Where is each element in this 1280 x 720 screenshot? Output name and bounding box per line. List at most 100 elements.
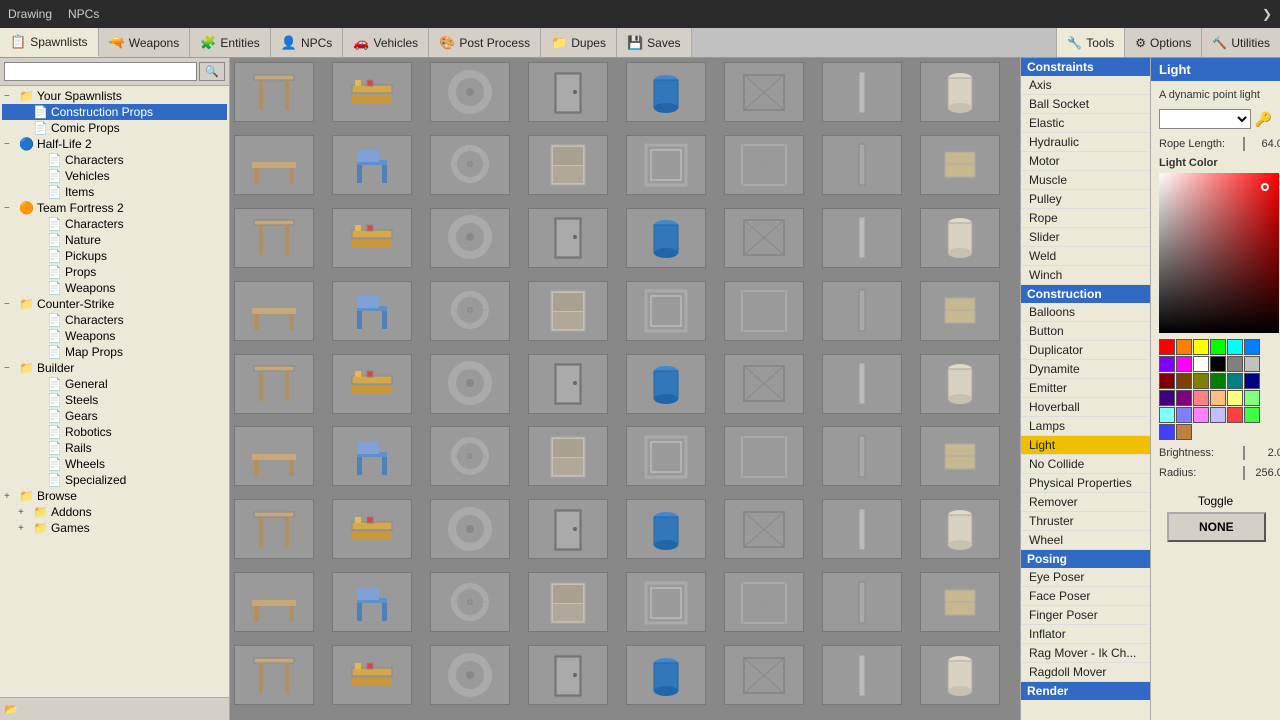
tree-item-builder-wheels[interactable]: 📄Wheels	[2, 456, 227, 472]
grid-item-62[interactable]	[822, 572, 902, 632]
palette-color-13[interactable]	[1176, 373, 1192, 389]
constraint-pulley[interactable]: Pulley	[1021, 190, 1150, 209]
search-button[interactable]: 🔍	[199, 62, 225, 81]
grid-item-70[interactable]	[822, 645, 902, 705]
light-dropdown[interactable]	[1159, 109, 1251, 129]
construction-thruster[interactable]: Thruster	[1021, 512, 1150, 531]
palette-color-0[interactable]	[1159, 339, 1175, 355]
tree-item-builder-gears[interactable]: 📄Gears	[2, 408, 227, 424]
posing-rag-mover---ik-ch---[interactable]: Rag Mover - Ik Ch...	[1021, 644, 1150, 663]
tree-item-tf2-nature[interactable]: 📄Nature	[2, 232, 227, 248]
grid-item-42[interactable]	[430, 426, 510, 486]
constraint-axis[interactable]: Axis	[1021, 76, 1150, 95]
grid-item-63[interactable]	[920, 572, 1000, 632]
grid-item-28[interactable]	[626, 281, 706, 341]
palette-color-28[interactable]	[1227, 407, 1243, 423]
tree-item-tf2-weapons[interactable]: 📄Weapons	[2, 280, 227, 296]
tree-item-browse[interactable]: +📁Browse	[2, 488, 227, 504]
palette-color-9[interactable]	[1210, 356, 1226, 372]
tree-item-builder-robotics[interactable]: 📄Robotics	[2, 424, 227, 440]
tree-item-builder[interactable]: −📁Builder	[2, 360, 227, 376]
constraint-ball-socket[interactable]: Ball Socket	[1021, 95, 1150, 114]
palette-color-30[interactable]	[1159, 424, 1175, 440]
posing-ragdoll-mover[interactable]: Ragdoll Mover	[1021, 663, 1150, 682]
grid-item-52[interactable]	[626, 499, 706, 559]
grid-item-46[interactable]	[822, 426, 902, 486]
grid-item-40[interactable]	[234, 426, 314, 486]
grid-item-69[interactable]	[724, 645, 804, 705]
tab-entities[interactable]: 🧩 Entities	[190, 28, 271, 57]
brightness-slider[interactable]	[1243, 446, 1245, 460]
tree-item-games[interactable]: +📁Games	[2, 520, 227, 536]
grid-item-59[interactable]	[528, 572, 608, 632]
grid-item-39[interactable]	[920, 354, 1000, 414]
construction-remover[interactable]: Remover	[1021, 493, 1150, 512]
grid-item-48[interactable]	[234, 499, 314, 559]
tab-options[interactable]: ⚙ Options	[1124, 28, 1201, 57]
grid-item-32[interactable]	[234, 354, 314, 414]
tree-item-tf2-characters[interactable]: 📄Characters	[2, 216, 227, 232]
grid-item-15[interactable]	[920, 135, 1000, 195]
grid-item-71[interactable]	[920, 645, 1000, 705]
tree-item-tf2-pickups[interactable]: 📄Pickups	[2, 248, 227, 264]
construction-button[interactable]: Button	[1021, 322, 1150, 341]
tab-weapons[interactable]: 🔫 Weapons	[99, 28, 191, 57]
grid-item-68[interactable]	[626, 645, 706, 705]
palette-color-24[interactable]	[1159, 407, 1175, 423]
menu-npcs[interactable]: NPCs	[68, 7, 99, 21]
grid-item-51[interactable]	[528, 499, 608, 559]
palette-color-22[interactable]	[1227, 390, 1243, 406]
grid-item-53[interactable]	[724, 499, 804, 559]
palette-color-26[interactable]	[1193, 407, 1209, 423]
palette-color-5[interactable]	[1244, 339, 1260, 355]
grid-item-3[interactable]	[528, 62, 608, 122]
palette-color-21[interactable]	[1210, 390, 1226, 406]
tree-item-cs-weapons[interactable]: 📄Weapons	[2, 328, 227, 344]
grid-item-38[interactable]	[822, 354, 902, 414]
posing-inflator[interactable]: Inflator	[1021, 625, 1150, 644]
constraint-muscle[interactable]: Muscle	[1021, 171, 1150, 190]
grid-item-35[interactable]	[528, 354, 608, 414]
constraint-rope[interactable]: Rope	[1021, 209, 1150, 228]
palette-color-6[interactable]	[1159, 356, 1175, 372]
tree-item-your-spawnlists[interactable]: −📁Your Spawnlists	[2, 88, 227, 104]
posing-face-poser[interactable]: Face Poser	[1021, 587, 1150, 606]
construction-light[interactable]: Light	[1021, 436, 1150, 455]
tree-item-builder-general[interactable]: 📄General	[2, 376, 227, 392]
color-gradient[interactable]	[1159, 173, 1279, 333]
grid-item-31[interactable]	[920, 281, 1000, 341]
grid-item-16[interactable]	[234, 208, 314, 268]
tree-item-hl2-items[interactable]: 📄Items	[2, 184, 227, 200]
tree-item-builder-specialized[interactable]: 📄Specialized	[2, 472, 227, 488]
construction-dynamite[interactable]: Dynamite	[1021, 360, 1150, 379]
constraint-elastic[interactable]: Elastic	[1021, 114, 1150, 133]
palette-color-7[interactable]	[1176, 356, 1192, 372]
palette-color-11[interactable]	[1244, 356, 1260, 372]
tree-item-cs-mapprops[interactable]: 📄Map Props	[2, 344, 227, 360]
palette-color-3[interactable]	[1210, 339, 1226, 355]
grid-item-6[interactable]	[822, 62, 902, 122]
grid-item-22[interactable]	[822, 208, 902, 268]
palette-color-25[interactable]	[1176, 407, 1192, 423]
construction-physical-properties[interactable]: Physical Properties	[1021, 474, 1150, 493]
grid-item-18[interactable]	[430, 208, 510, 268]
grid-item-0[interactable]	[234, 62, 314, 122]
grid-item-10[interactable]	[430, 135, 510, 195]
grid-item-57[interactable]	[332, 572, 412, 632]
tree-item-counter-strike[interactable]: −📁Counter-Strike	[2, 296, 227, 312]
rope-length-slider[interactable]	[1243, 137, 1245, 151]
constraint-motor[interactable]: Motor	[1021, 152, 1150, 171]
tree-item-hl2-characters[interactable]: 📄Characters	[2, 152, 227, 168]
grid-item-9[interactable]	[332, 135, 412, 195]
tree-item-hl2-vehicles[interactable]: 📄Vehicles	[2, 168, 227, 184]
tab-dupes[interactable]: 📁 Dupes	[541, 28, 617, 57]
constraint-winch[interactable]: Winch	[1021, 266, 1150, 285]
construction-hoverball[interactable]: Hoverball	[1021, 398, 1150, 417]
posing-finger-poser[interactable]: Finger Poser	[1021, 606, 1150, 625]
grid-item-41[interactable]	[332, 426, 412, 486]
grid-item-58[interactable]	[430, 572, 510, 632]
tree-item-builder-steels[interactable]: 📄Steels	[2, 392, 227, 408]
palette-color-1[interactable]	[1176, 339, 1192, 355]
grid-item-25[interactable]	[332, 281, 412, 341]
tree-item-addons[interactable]: +📁Addons	[2, 504, 227, 520]
